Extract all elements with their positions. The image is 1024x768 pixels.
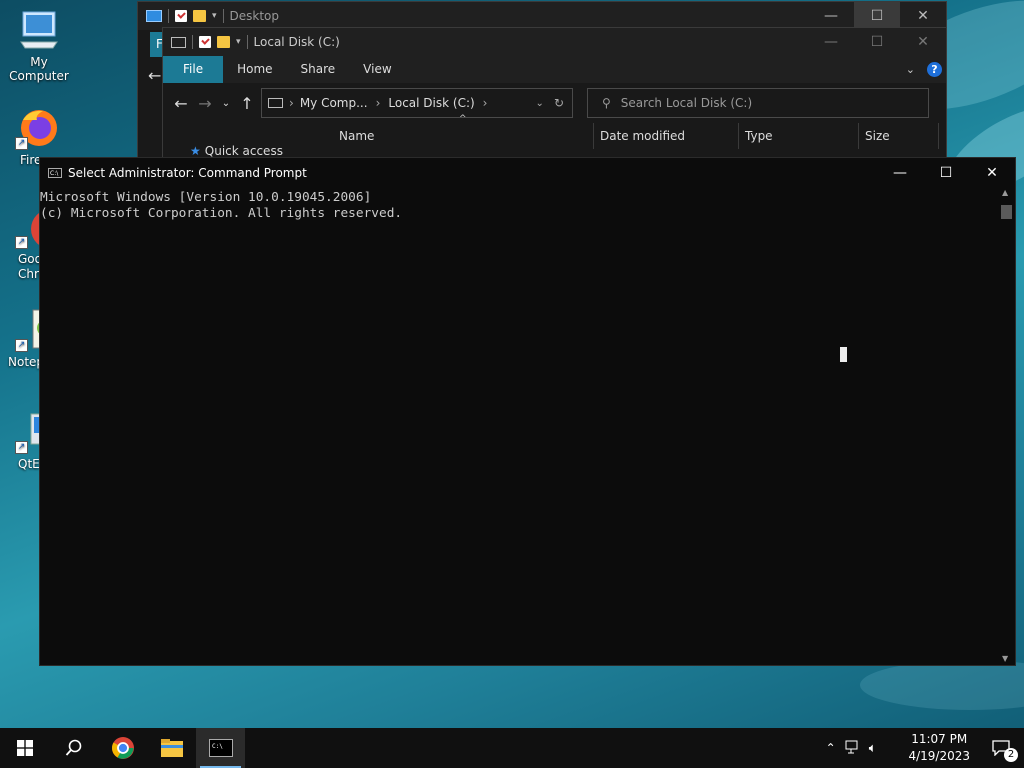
vertical-scrollbar[interactable]: ▲ ▼ xyxy=(998,188,1015,665)
search-box[interactable]: ⚲ Search Local Disk (C:) xyxy=(587,88,929,118)
ime-icon[interactable]: ᅟ xyxy=(881,739,901,758)
close-button[interactable]: ✕ xyxy=(900,28,946,56)
properties-icon[interactable] xyxy=(199,36,211,48)
refresh-icon[interactable]: ↻ xyxy=(554,96,564,110)
tab-file[interactable]: File xyxy=(163,56,224,83)
cmd-icon: C:\ xyxy=(208,739,233,757)
help-icon[interactable]: ? xyxy=(927,62,942,77)
volume-icon[interactable]: 🔈︎ xyxy=(865,741,881,756)
window-title: Select Administrator: Command Prompt xyxy=(68,166,307,180)
new-folder-icon[interactable] xyxy=(217,36,230,48)
sort-ascending-icon: ^ xyxy=(459,114,467,124)
taskbar-chrome[interactable] xyxy=(98,728,147,768)
search-placeholder: Search Local Disk (C:) xyxy=(620,96,753,110)
address-dropdown-icon[interactable]: ⌄ xyxy=(536,98,544,109)
taskbar-cmd[interactable]: C:\ xyxy=(196,728,245,768)
expand-ribbon-icon[interactable]: ⌄ xyxy=(906,63,915,76)
cmd-app-icon: C:\ xyxy=(48,168,62,178)
start-button[interactable] xyxy=(0,728,49,768)
shortcut-arrow-icon: ↗ xyxy=(15,137,28,150)
taskbar: C:\ ⌃ 🔈︎ ᅟ 11:07 PM 4/19/2023 2 xyxy=(0,728,1024,768)
recent-locations-dropdown[interactable]: ⌄ xyxy=(217,98,235,109)
tab-view[interactable]: View xyxy=(349,56,405,83)
minimize-button[interactable]: — xyxy=(808,2,854,30)
address-bar[interactable]: › My Comp... › Local Disk (C:) › ⌄ ↻ xyxy=(261,88,573,118)
svg-text:C:\: C:\ xyxy=(212,743,223,750)
monitor-icon xyxy=(17,8,61,52)
shortcut-arrow-icon: ↗ xyxy=(15,441,28,454)
start-icon xyxy=(16,740,33,756)
properties-icon[interactable] xyxy=(175,10,187,22)
window-title: Desktop xyxy=(229,9,280,23)
close-button[interactable]: ✕ xyxy=(900,2,946,30)
firefox-icon: ↗ xyxy=(15,106,59,150)
maximize-button[interactable]: ☐ xyxy=(923,158,969,188)
clock-date: 4/19/2023 xyxy=(908,749,970,763)
scrollbar-thumb[interactable] xyxy=(1001,205,1012,219)
desktop-icon-label: My Computer xyxy=(9,55,69,83)
close-button[interactable]: ✕ xyxy=(969,158,1015,188)
desktop-icon-my-computer[interactable]: My Computer xyxy=(2,8,76,83)
console-line: Microsoft Windows [Version 10.0.19045.20… xyxy=(40,190,372,205)
column-name[interactable]: Name xyxy=(321,123,594,149)
show-hidden-icons-icon[interactable]: ⌃ xyxy=(821,741,841,755)
qat-dropdown-icon[interactable]: ▾ xyxy=(212,11,217,21)
window-title: Local Disk (C:) xyxy=(253,35,340,49)
column-type[interactable]: Type xyxy=(739,123,859,149)
nav-quick-access[interactable]: ★ Quick access xyxy=(190,144,283,158)
search-icon xyxy=(65,739,81,756)
tab-home[interactable]: Home xyxy=(223,56,286,83)
back-arrow-icon[interactable]: ← xyxy=(148,66,161,85)
cmd-window[interactable]: C:\ Select Administrator: Command Prompt… xyxy=(39,157,1016,666)
title-bar[interactable]: ▾ Desktop — ☐ ✕ xyxy=(138,2,946,30)
notification-count-badge: 2 xyxy=(1004,748,1018,762)
qat-dropdown-icon[interactable]: ▾ xyxy=(236,37,241,47)
text-cursor xyxy=(840,347,847,362)
address-bar-row: ← → ⌄ ↑ › My Comp... › Local Disk (C:) ›… xyxy=(163,83,946,123)
star-icon: ★ xyxy=(190,144,201,158)
title-bar[interactable]: ▾ Local Disk (C:) — ☐ ✕ xyxy=(163,28,946,56)
ribbon-tabs: File Home Share View ⌄ ? xyxy=(163,56,946,83)
taskbar-search-button[interactable] xyxy=(49,728,98,768)
maximize-button[interactable]: ☐ xyxy=(854,28,900,56)
shortcut-arrow-icon: ↗ xyxy=(15,236,28,249)
console-output[interactable]: Microsoft Windows [Version 10.0.19045.20… xyxy=(40,188,1015,222)
console-line: (c) Microsoft Corporation. All rights re… xyxy=(40,206,403,221)
shortcut-arrow-icon: ↗ xyxy=(15,339,28,352)
column-size[interactable]: Size xyxy=(859,123,939,149)
new-folder-icon[interactable] xyxy=(193,10,206,22)
file-explorer-icon xyxy=(160,739,183,757)
minimize-button[interactable]: — xyxy=(808,28,854,56)
scroll-down-icon[interactable]: ▼ xyxy=(1002,654,1008,663)
up-button[interactable]: ↑ xyxy=(235,94,259,113)
tab-share[interactable]: Share xyxy=(287,56,350,83)
taskbar-file-explorer[interactable] xyxy=(147,728,196,768)
scroll-up-icon[interactable]: ▲ xyxy=(1002,188,1008,197)
title-bar[interactable]: C:\ Select Administrator: Command Prompt… xyxy=(40,158,1015,188)
chrome-icon xyxy=(111,737,134,759)
clock[interactable]: 11:07 PM 4/19/2023 xyxy=(900,731,978,765)
search-icon: ⚲ xyxy=(602,96,611,110)
system-tray: ⌃ 🔈︎ ᅟ 11:07 PM 4/19/2023 2 xyxy=(821,728,1024,768)
action-center-button[interactable]: 2 xyxy=(978,728,1024,768)
explorer-window-local-disk[interactable]: ▾ Local Disk (C:) — ☐ ✕ File Home Share … xyxy=(162,27,947,164)
back-button[interactable]: ← xyxy=(169,94,193,113)
network-icon[interactable] xyxy=(841,740,865,757)
maximize-button[interactable]: ☐ xyxy=(854,2,900,30)
breadcrumb-local-disk[interactable]: Local Disk (C:) xyxy=(388,96,474,110)
forward-button[interactable]: → xyxy=(193,94,217,113)
drive-icon xyxy=(268,98,283,108)
drive-icon xyxy=(171,36,186,48)
column-date-modified[interactable]: Date modified xyxy=(594,123,739,149)
breadcrumb-my-computer[interactable]: My Comp... xyxy=(300,96,368,110)
minimize-button[interactable]: — xyxy=(877,158,923,188)
explorer-app-icon xyxy=(146,10,162,22)
clock-time: 11:07 PM xyxy=(911,732,968,746)
